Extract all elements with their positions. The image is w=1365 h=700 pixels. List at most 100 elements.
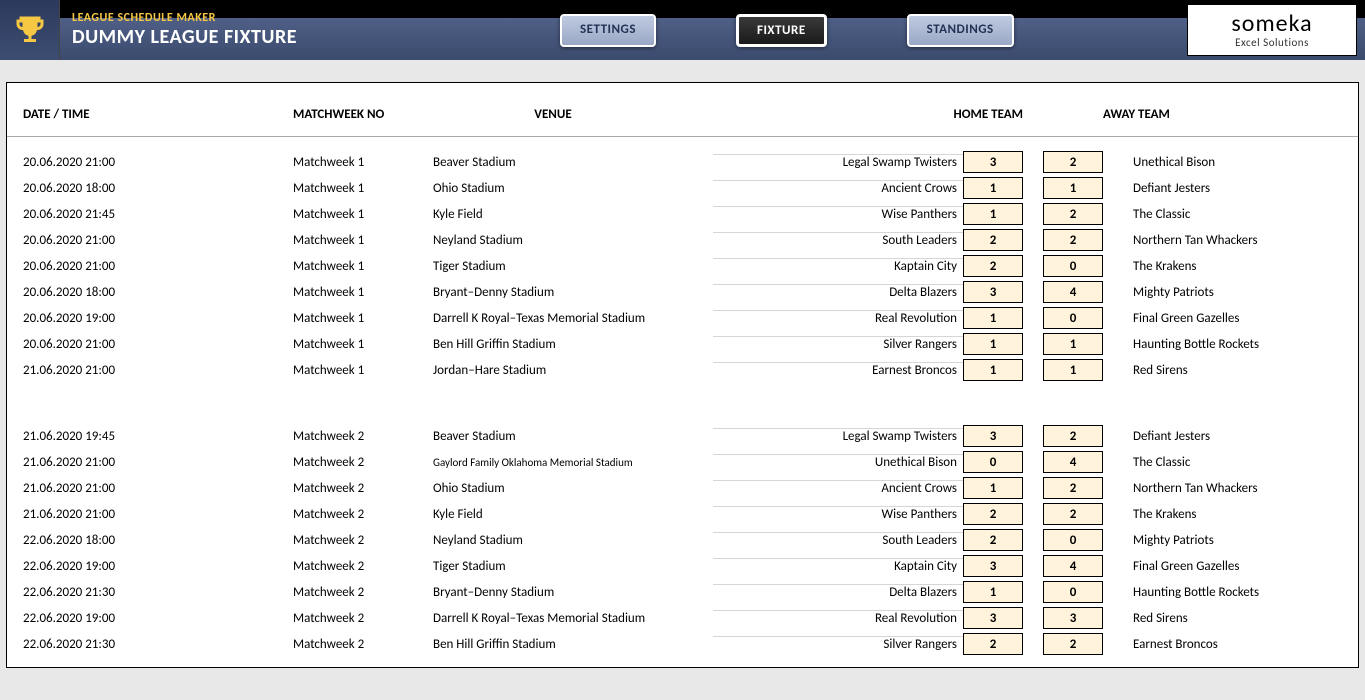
cell-away-team: The Krakens	[1133, 507, 1365, 522]
cell-home-score[interactable]: 1	[963, 359, 1023, 381]
cell-away-team: The Krakens	[1133, 259, 1365, 274]
cell-home-score[interactable]: 3	[963, 425, 1023, 447]
cell-home-team: Delta Blazers	[713, 284, 963, 300]
cell-matchweek: Matchweek 1	[293, 233, 433, 248]
column-headers: DATE / TIME MATCHWEEK NO VENUE HOME TEAM…	[7, 83, 1358, 137]
cell-away-team: Northern Tan Whackers	[1133, 233, 1365, 248]
cell-matchweek: Matchweek 2	[293, 429, 433, 444]
cell-venue: Bryant–Denny Stadium	[433, 285, 713, 300]
cell-datetime: 22.06.2020 21:30	[23, 637, 293, 652]
cell-home-score[interactable]: 1	[963, 477, 1023, 499]
cell-venue: Jordan–Hare Stadium	[433, 363, 713, 378]
someka-logo: someka Excel Solutions	[1187, 4, 1357, 56]
cell-home-team: South Leaders	[713, 232, 963, 248]
cell-home-score[interactable]: 0	[963, 451, 1023, 473]
cell-home-score[interactable]: 1	[963, 333, 1023, 355]
fixture-row: 20.06.2020 21:00Matchweek 1Tiger Stadium…	[23, 253, 1358, 279]
cell-datetime: 20.06.2020 21:00	[23, 155, 293, 170]
col-matchweek: MATCHWEEK NO	[293, 107, 433, 122]
cell-home-team: Legal Swamp Twisters	[713, 154, 963, 170]
cell-home-team: Kaptain City	[713, 258, 963, 274]
cell-away-score[interactable]: 0	[1043, 581, 1103, 603]
cell-home-team: Legal Swamp Twisters	[713, 428, 963, 444]
cell-venue: Ohio Stadium	[433, 181, 713, 196]
cell-away-score[interactable]: 1	[1043, 177, 1103, 199]
cell-home-score[interactable]: 3	[963, 555, 1023, 577]
cell-home-score[interactable]: 2	[963, 633, 1023, 655]
cell-away-score[interactable]: 4	[1043, 555, 1103, 577]
cell-home-score[interactable]: 1	[963, 581, 1023, 603]
cell-away-team: Final Green Gazelles	[1133, 559, 1365, 574]
cell-datetime: 20.06.2020 21:00	[23, 337, 293, 352]
cell-away-score[interactable]: 2	[1043, 425, 1103, 447]
col-home: HOME TEAM	[713, 107, 1023, 122]
cell-home-score[interactable]: 3	[963, 151, 1023, 173]
cell-away-score[interactable]: 1	[1043, 333, 1103, 355]
cell-away-score[interactable]: 2	[1043, 229, 1103, 251]
cell-away-team: Mighty Patriots	[1133, 533, 1365, 548]
cell-away-score[interactable]: 0	[1043, 255, 1103, 277]
cell-home-team: Ancient Crows	[713, 480, 963, 496]
cell-away-score[interactable]: 3	[1043, 607, 1103, 629]
fixture-row: 20.06.2020 18:00Matchweek 1Bryant–Denny …	[23, 279, 1358, 305]
cell-away-score[interactable]: 0	[1043, 307, 1103, 329]
cell-home-score[interactable]: 1	[963, 177, 1023, 199]
cell-matchweek: Matchweek 2	[293, 507, 433, 522]
settings-button[interactable]: SETTINGS	[560, 14, 656, 47]
cell-away-team: Defiant Jesters	[1133, 181, 1365, 196]
cell-home-score[interactable]: 2	[963, 229, 1023, 251]
standings-button[interactable]: STANDINGS	[907, 14, 1014, 47]
fixture-button[interactable]: FIXTURE	[736, 14, 827, 47]
cell-away-score[interactable]: 4	[1043, 451, 1103, 473]
cell-home-score[interactable]: 1	[963, 203, 1023, 225]
cell-away-score[interactable]: 0	[1043, 529, 1103, 551]
cell-home-team: Earnest Broncos	[713, 362, 963, 378]
cell-away-score[interactable]: 1	[1043, 359, 1103, 381]
cell-away-team: Final Green Gazelles	[1133, 311, 1365, 326]
cell-away-team: The Classic	[1133, 455, 1365, 470]
cell-away-team: Haunting Bottle Rockets	[1133, 337, 1365, 352]
cell-venue: Tiger Stadium	[433, 259, 713, 274]
fixture-row: 21.06.2020 21:00Matchweek 2Gaylord Famil…	[23, 449, 1358, 475]
fixture-row: 22.06.2020 19:00Matchweek 2Darrell K Roy…	[23, 605, 1358, 631]
fixture-row: 22.06.2020 18:00Matchweek 2Neyland Stadi…	[23, 527, 1358, 553]
cell-home-team: Wise Panthers	[713, 206, 963, 222]
cell-home-score[interactable]: 3	[963, 607, 1023, 629]
cell-matchweek: Matchweek 2	[293, 559, 433, 574]
cell-home-score[interactable]: 2	[963, 255, 1023, 277]
cell-matchweek: Matchweek 2	[293, 611, 433, 626]
cell-venue: Neyland Stadium	[433, 533, 713, 548]
cell-home-score[interactable]: 2	[963, 503, 1023, 525]
cell-home-team: Silver Rangers	[713, 336, 963, 352]
col-away: AWAY TEAM	[1043, 107, 1365, 122]
cell-away-score[interactable]: 2	[1043, 633, 1103, 655]
cell-away-score[interactable]: 2	[1043, 151, 1103, 173]
cell-home-score[interactable]: 2	[963, 529, 1023, 551]
app-header: LEAGUE SCHEDULE MAKER DUMMY LEAGUE FIXTU…	[0, 0, 1365, 60]
cell-matchweek: Matchweek 1	[293, 259, 433, 274]
cell-datetime: 22.06.2020 21:30	[23, 585, 293, 600]
cell-away-score[interactable]: 2	[1043, 203, 1103, 225]
cell-home-team: Delta Blazers	[713, 584, 963, 600]
fixture-row: 21.06.2020 21:00Matchweek 1Jordan–Hare S…	[23, 357, 1358, 383]
cell-away-team: Mighty Patriots	[1133, 285, 1365, 300]
cell-away-team: Haunting Bottle Rockets	[1133, 585, 1365, 600]
cell-datetime: 21.06.2020 21:00	[23, 481, 293, 496]
cell-venue: Beaver Stadium	[433, 155, 713, 170]
cell-away-team: Red Sirens	[1133, 611, 1365, 626]
cell-home-team: Ancient Crows	[713, 180, 963, 196]
cell-datetime: 20.06.2020 21:00	[23, 233, 293, 248]
fixture-row: 21.06.2020 21:00Matchweek 2Kyle FieldWis…	[23, 501, 1358, 527]
cell-matchweek: Matchweek 1	[293, 337, 433, 352]
cell-home-score[interactable]: 3	[963, 281, 1023, 303]
fixture-row: 20.06.2020 18:00Matchweek 1Ohio StadiumA…	[23, 175, 1358, 201]
cell-home-score[interactable]: 1	[963, 307, 1023, 329]
cell-away-score[interactable]: 2	[1043, 477, 1103, 499]
cell-away-score[interactable]: 4	[1043, 281, 1103, 303]
cell-away-score[interactable]: 2	[1043, 503, 1103, 525]
cell-venue: Ben Hill Griffin Stadium	[433, 637, 713, 652]
cell-home-team: Unethical Bison	[713, 454, 963, 470]
cell-matchweek: Matchweek 2	[293, 585, 433, 600]
cell-away-team: Red Sirens	[1133, 363, 1365, 378]
cell-matchweek: Matchweek 2	[293, 455, 433, 470]
